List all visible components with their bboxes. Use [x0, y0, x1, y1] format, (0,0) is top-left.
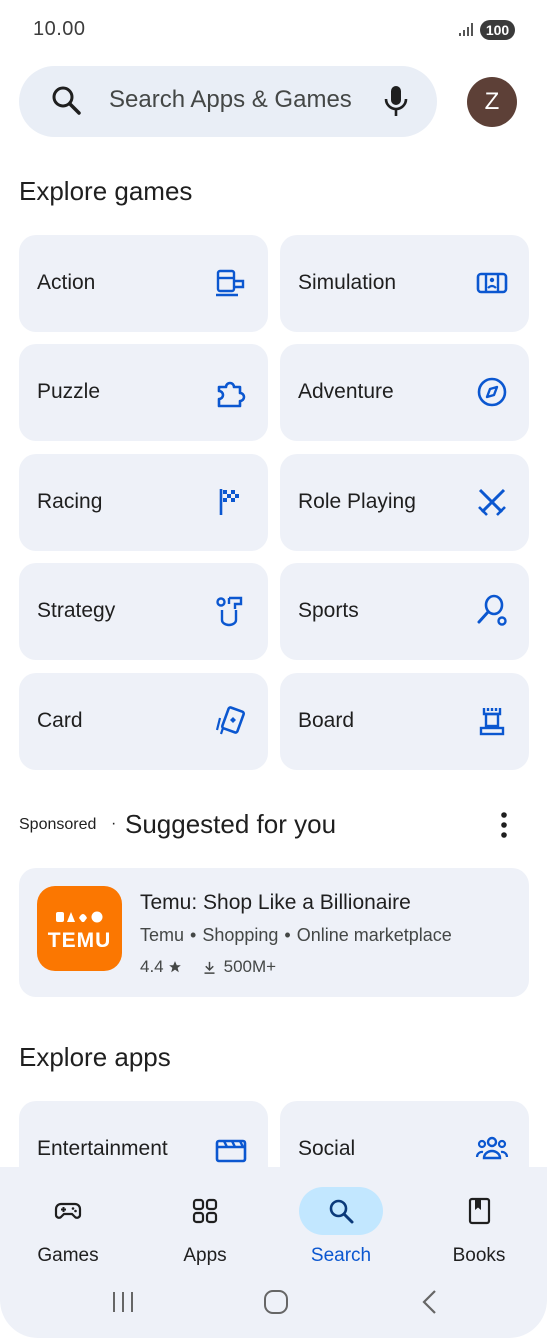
- category-label: Puzzle: [37, 380, 101, 403]
- category-tile-board[interactable]: Board: [280, 673, 529, 770]
- category-label: Card: [37, 709, 83, 732]
- explore-apps-title: Explore apps: [19, 1042, 171, 1072]
- crossed-swords-icon: [478, 488, 506, 516]
- category-tile-adventure[interactable]: Adventure: [280, 344, 529, 441]
- category-tile-racing[interactable]: Racing: [19, 454, 268, 551]
- category-tile-card[interactable]: Card: [19, 673, 268, 770]
- checkered-flag-icon: [219, 489, 239, 515]
- category-label: Board: [298, 709, 355, 732]
- app-tagline: Online marketplace: [296, 925, 452, 945]
- category-tile-strategy[interactable]: Strategy: [19, 563, 268, 660]
- app-rating: 4.4: [140, 957, 164, 976]
- category-tile-puzzle[interactable]: Puzzle: [19, 344, 268, 441]
- chess-rook-icon: [479, 708, 505, 736]
- category-label: Simulation: [298, 271, 397, 294]
- category-tile-action[interactable]: Action: [19, 235, 268, 332]
- nav-icon-container: [163, 1187, 247, 1235]
- mic-icon[interactable]: [382, 84, 410, 118]
- more-vert-icon[interactable]: [494, 810, 514, 840]
- category-label: Entertainment: [37, 1137, 168, 1160]
- apps-grid-icon: [192, 1198, 218, 1224]
- nav-label-games: Games: [37, 1245, 99, 1266]
- category-label: Strategy: [37, 599, 116, 622]
- nav-icon-container-active: [299, 1187, 383, 1235]
- temu-logo: TEMU: [37, 886, 122, 971]
- app-category: Shopping: [202, 925, 279, 945]
- nav-label-search: Search: [310, 1245, 372, 1266]
- separator-dot: ·: [111, 815, 117, 832]
- category-tile-sports[interactable]: Sports: [280, 563, 529, 660]
- cards-icon: [215, 706, 246, 735]
- gamepad-icon: [54, 1202, 82, 1219]
- meta-separator: •: [190, 925, 197, 945]
- puzzle-icon: [217, 381, 246, 408]
- sports-icon: [477, 594, 507, 626]
- category-label: Role Playing: [298, 490, 416, 513]
- simulation-icon: [476, 272, 508, 294]
- clapperboard-icon: [215, 1139, 247, 1163]
- logo-text: TEMU: [47, 929, 112, 952]
- meta-separator: •: [284, 925, 291, 945]
- app-downloads: 500M+: [223, 957, 277, 976]
- category-tile-role-playing[interactable]: Role Playing: [280, 454, 529, 551]
- sponsored-label: Sponsored: [19, 816, 97, 833]
- avatar[interactable]: Z: [467, 77, 517, 127]
- home-icon[interactable]: [262, 1288, 290, 1316]
- app-meta: Temu • Shopping • Online marketplace: [140, 925, 452, 946]
- app-card-temu[interactable]: TEMU Temu: Shop Like a Billionaire Temu •…: [19, 868, 529, 997]
- category-label: Action: [37, 271, 96, 294]
- nav-search[interactable]: Search: [291, 1179, 391, 1269]
- people-icon: [475, 1136, 509, 1160]
- explore-games-title: Explore games: [19, 176, 193, 206]
- book-icon: [468, 1197, 491, 1225]
- star-icon: [168, 961, 181, 973]
- app-stats: 4.4 500M+: [140, 957, 276, 977]
- nav-apps[interactable]: Apps: [155, 1179, 255, 1269]
- back-icon[interactable]: [418, 1288, 442, 1316]
- battery-badge: 100: [480, 20, 515, 40]
- nav-label-apps: Apps: [183, 1245, 227, 1266]
- nav-icon-container: [437, 1187, 521, 1235]
- category-label: Social: [298, 1137, 356, 1160]
- app-developer: Temu: [140, 925, 185, 945]
- nav-books[interactable]: Books: [429, 1179, 529, 1269]
- logo-figures-icon: [56, 911, 103, 923]
- search-icon[interactable]: [50, 84, 82, 116]
- bottom-nav: Games Apps Search Books: [0, 1167, 547, 1338]
- category-label: Sports: [298, 599, 359, 622]
- status-bar: 10.00 100: [0, 0, 547, 60]
- search-icon: [329, 1199, 354, 1224]
- recent-apps-icon[interactable]: [110, 1289, 136, 1315]
- app-title: Temu: Shop Like a Billionaire: [140, 891, 411, 914]
- nav-icon-container: [26, 1187, 110, 1235]
- category-label: Racing: [37, 490, 103, 513]
- nav-label-books: Books: [452, 1245, 506, 1266]
- nav-games[interactable]: Games: [18, 1179, 118, 1269]
- status-time: 10.00: [33, 18, 86, 40]
- category-tile-simulation[interactable]: Simulation: [280, 235, 529, 332]
- strategy-icon: [216, 596, 243, 627]
- suggested-title: Suggested for you: [125, 809, 337, 839]
- compass-icon: [477, 377, 507, 407]
- action-icon: [216, 269, 245, 297]
- category-label: Adventure: [298, 380, 394, 403]
- download-icon: [204, 961, 215, 974]
- signal-icon: [459, 23, 473, 36]
- search-input[interactable]: Search Apps & Games: [109, 86, 352, 114]
